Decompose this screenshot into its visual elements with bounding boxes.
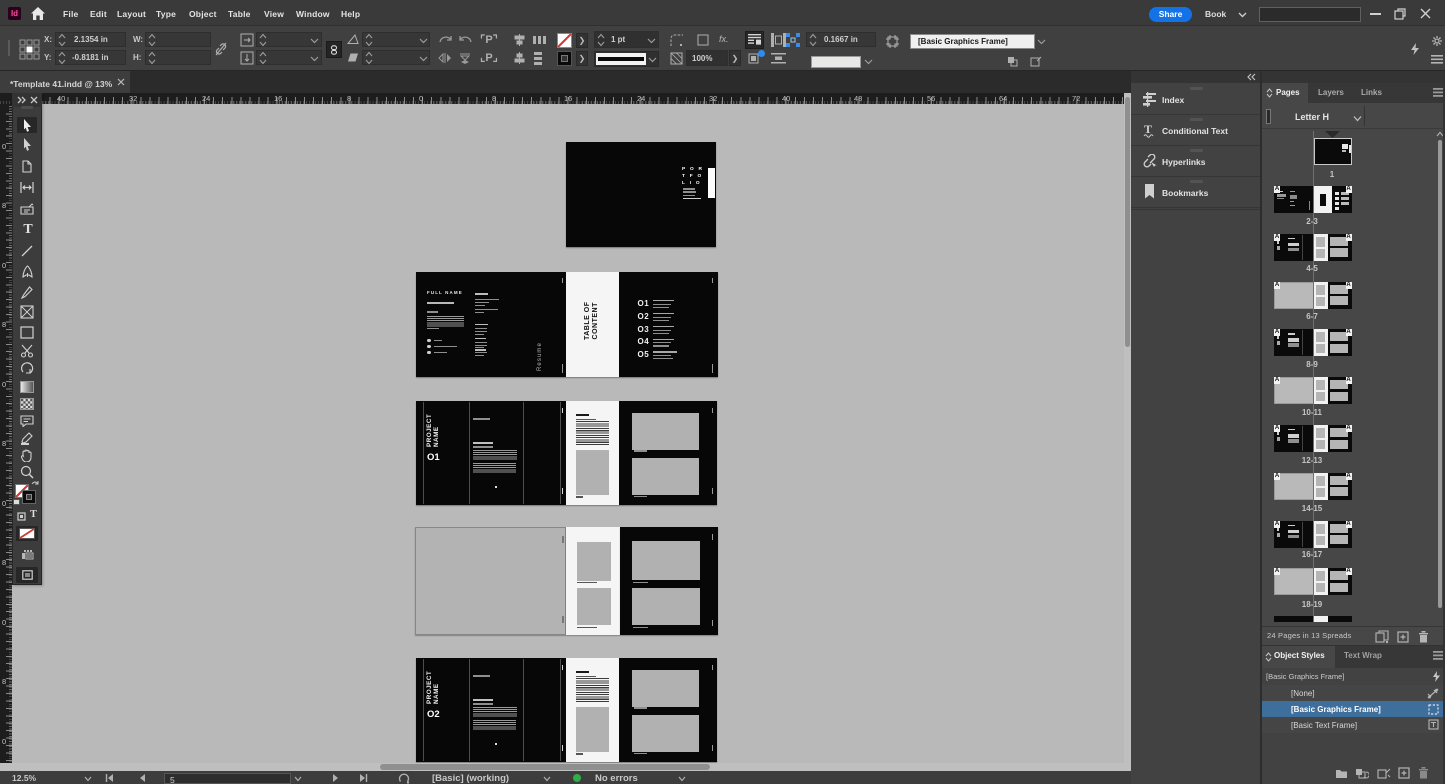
svg-text:T: T <box>1144 122 1152 136</box>
